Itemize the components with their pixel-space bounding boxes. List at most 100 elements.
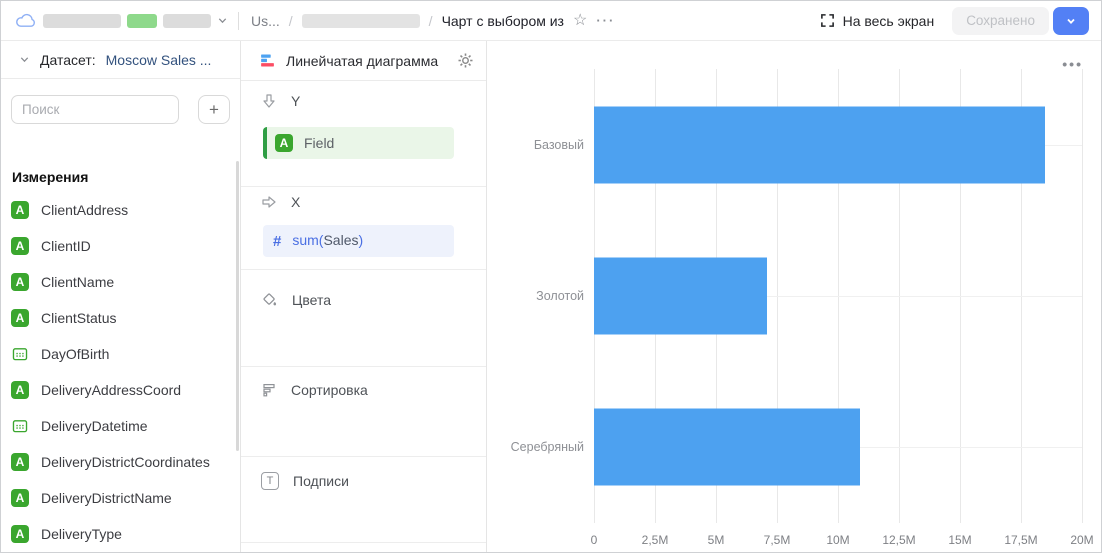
field-name: DayOfBirth <box>41 346 109 362</box>
add-field-button[interactable]: + <box>198 95 230 124</box>
string-field-icon: A <box>11 237 29 255</box>
breadcrumb-root[interactable]: Us... <box>251 13 280 29</box>
field-name: ClientName <box>41 274 114 290</box>
date-field-icon <box>11 345 29 363</box>
y-field-chip[interactable]: A Field <box>263 127 454 159</box>
field-name: ClientAddress <box>41 202 128 218</box>
save-menu-button[interactable] <box>1053 7 1089 35</box>
number-field-icon: # <box>273 233 281 250</box>
string-field-icon: A <box>11 489 29 507</box>
x-field-chip[interactable]: # sum(Sales) <box>263 225 454 257</box>
x-axis-tick-label: 17,5M <box>1004 533 1037 547</box>
field-name: ClientID <box>41 238 91 254</box>
chevron-down-icon <box>19 54 30 65</box>
shelf-labels-label: Подписи <box>293 473 349 489</box>
date-field-icon <box>11 417 29 435</box>
field-item[interactable]: A ClientName <box>1 264 236 300</box>
sort-icon <box>261 382 277 398</box>
field-item[interactable]: A ClientID <box>1 228 236 264</box>
string-field-icon: A <box>11 273 29 291</box>
save-split-button: Сохранено <box>952 7 1089 35</box>
chart-editor-panel: Линейчатая диаграмма Y A Field <box>241 41 487 552</box>
bar-chart-type-icon <box>259 52 276 69</box>
field-item[interactable]: A ClientAddress <box>1 192 236 228</box>
saved-button[interactable]: Сохранено <box>952 7 1049 35</box>
string-field-icon: A <box>11 453 29 471</box>
gear-icon[interactable] <box>457 52 474 69</box>
string-field-icon: A <box>275 134 293 152</box>
gridline-vertical <box>1082 69 1083 523</box>
shelf-colors-label: Цвета <box>292 292 331 308</box>
category-label: Золотой <box>536 289 584 303</box>
breadcrumb-slash: / <box>289 13 293 29</box>
section-divider <box>241 456 486 457</box>
bar-Золотой[interactable] <box>594 258 767 335</box>
chevron-down-icon <box>217 15 228 26</box>
x-axis-tick-label: 2,5M <box>642 533 669 547</box>
field-name: DeliveryDatetime <box>41 418 148 434</box>
string-field-icon: A <box>11 201 29 219</box>
chevron-down-icon <box>1065 15 1077 27</box>
field-item[interactable]: A DeliveryDistrictName <box>1 480 236 516</box>
sidebar-scrollbar[interactable] <box>236 161 239 451</box>
chart-menu-icon[interactable]: ••• <box>1062 59 1083 69</box>
dataset-panel: Датасет: Moscow Sales ... + Измерения AC… <box>1 41 241 552</box>
y-field-name: Field <box>304 135 334 151</box>
text-label-icon: T <box>261 472 279 490</box>
top-bar: Us... / / Чарт с выбором из ☆ ··· На вес… <box>1 1 1101 41</box>
dataset-label: Датасет: <box>40 52 96 68</box>
field-name: DeliveryType <box>41 526 122 542</box>
paint-bucket-icon <box>261 291 278 308</box>
workspace-selector[interactable] <box>15 13 228 28</box>
chart-type-select[interactable]: Линейчатая диаграмма <box>286 53 447 69</box>
breadcrumb-chart-name: Чарт с выбором из <box>442 13 564 29</box>
field-name: ClientStatus <box>41 310 116 326</box>
redacted-workspace-highlight <box>127 14 157 28</box>
field-item[interactable]: ADeliveryDistrictCoordinates <box>1 444 236 480</box>
shelf-x: X <box>261 194 300 210</box>
arrow-down-icon <box>261 93 277 109</box>
section-divider <box>241 186 486 187</box>
shelf-sort[interactable]: Сортировка <box>261 382 368 398</box>
bar-Базовый[interactable] <box>594 106 1045 183</box>
field-name: DeliveryDistrictName <box>41 490 172 506</box>
arrow-right-icon <box>261 194 277 210</box>
favorite-star-icon[interactable]: ☆ <box>573 13 587 29</box>
x-axis-tick-label: 5M <box>708 533 725 547</box>
section-divider <box>241 269 486 270</box>
redacted-workspace-name <box>43 14 121 28</box>
shelf-x-label: X <box>291 194 300 210</box>
shelf-labels[interactable]: T Подписи <box>261 472 349 490</box>
string-field-icon: A <box>11 525 29 543</box>
fullscreen-button[interactable]: На весь экран <box>820 13 935 29</box>
chart-preview: ••• БазовыйЗолотойСеребряный 02,5M5M7,5M… <box>488 41 1101 552</box>
category-label: Базовый <box>534 138 584 152</box>
redacted-breadcrumb-item[interactable] <box>302 14 420 28</box>
x-axis-tick-label: 0 <box>591 533 598 547</box>
redacted-workspace-name-2 <box>163 14 211 28</box>
topbar-actions: На весь экран Сохранено <box>820 7 1089 35</box>
field-item[interactable]: ADeliveryAddressCoord <box>1 372 236 408</box>
field-item[interactable]: A ClientStatus <box>1 300 236 336</box>
cloud-icon <box>15 13 37 28</box>
dataset-selector[interactable]: Датасет: Moscow Sales ... <box>1 41 240 79</box>
shelf-colors[interactable]: Цвета <box>261 291 331 308</box>
fields-list: A ClientAddress A ClientID A ClientName A Clien… <box>1 156 236 553</box>
field-search-row: + <box>11 95 230 124</box>
x-axis-tick-label: 7,5M <box>764 533 791 547</box>
string-field-icon: A <box>11 381 29 399</box>
field-item[interactable]: DayOfBirth <box>1 336 236 372</box>
breadcrumb-more-icon[interactable]: ··· <box>596 13 615 28</box>
fullscreen-icon <box>820 13 835 28</box>
dataset-name[interactable]: Moscow Sales ... <box>106 52 212 68</box>
section-divider <box>241 542 486 543</box>
search-input[interactable] <box>11 95 179 124</box>
shelf-y-label: Y <box>291 93 300 109</box>
shelf-sort-label: Сортировка <box>291 382 368 398</box>
chart-plot <box>594 69 1082 523</box>
topbar-separator <box>238 12 239 30</box>
bar-Серебряный[interactable] <box>594 409 860 486</box>
string-field-icon: A <box>11 309 29 327</box>
field-item[interactable]: DeliveryDatetime <box>1 408 236 444</box>
field-item[interactable]: A DeliveryType <box>1 516 236 552</box>
